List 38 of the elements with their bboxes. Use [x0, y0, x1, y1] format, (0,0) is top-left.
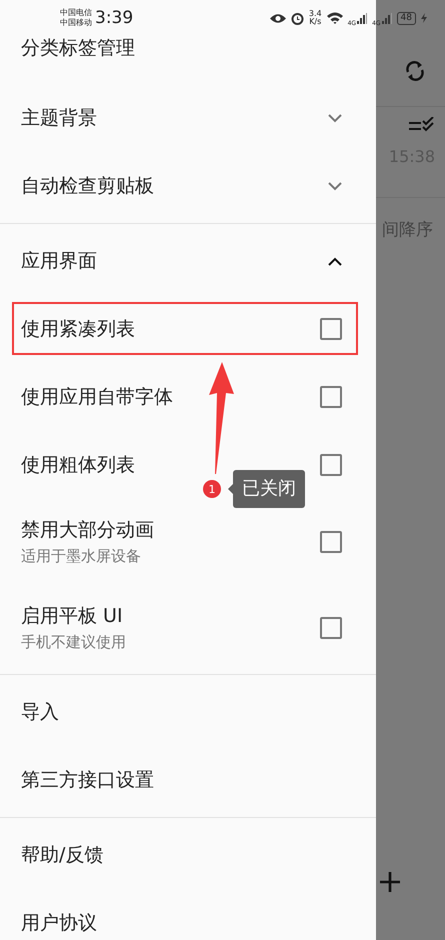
checkbox[interactable]	[320, 454, 342, 476]
menu-item-subtitle: 手机不建议使用	[21, 632, 127, 652]
menu-item[interactable]: 使用应用自带字体	[21, 385, 320, 409]
chevron-up-icon[interactable]	[328, 256, 342, 266]
menu-item[interactable]: 自动检查剪贴板	[21, 174, 328, 198]
clock-time: 3:39	[95, 8, 134, 28]
menu-item[interactable]: 帮助/反馈	[21, 843, 342, 867]
menu-item[interactable]: 启用平板 UI	[21, 604, 320, 628]
charging-icon	[421, 13, 427, 23]
speed-value: 3.4	[308, 10, 322, 18]
alarm-icon	[290, 12, 304, 24]
carrier-name: 中国移动	[60, 18, 92, 28]
checkbox[interactable]	[320, 531, 342, 553]
speed-unit: K/s	[309, 18, 322, 26]
menu-item[interactable]: 主题背景	[21, 106, 328, 130]
checkbox[interactable]	[320, 386, 342, 408]
signal-icon	[357, 12, 368, 24]
wifi-icon	[326, 12, 343, 24]
menu-item[interactable]: 使用紧凑列表	[21, 317, 320, 341]
checkbox[interactable]	[320, 617, 342, 639]
eye-icon	[270, 12, 286, 24]
checklist-icon[interactable]	[409, 117, 435, 133]
menu-item[interactable]: 用户协议	[21, 911, 342, 935]
checkbox[interactable]	[320, 318, 342, 340]
chevron-down-icon[interactable]	[328, 182, 342, 190]
carrier-name: 中国电信	[60, 8, 92, 18]
sync-icon[interactable]	[405, 60, 425, 82]
annotation-note: 已关闭	[228, 470, 305, 508]
menu-item[interactable]: 禁用大部分动画	[21, 518, 320, 542]
menu-item[interactable]: 分类标签管理	[21, 36, 342, 60]
add-icon[interactable]	[380, 872, 400, 892]
menu-item[interactable]: 应用界面	[21, 249, 328, 273]
menu-item-subtitle: 适用于墨水屏设备	[21, 546, 142, 566]
menu-item[interactable]: 第三方接口设置	[21, 768, 342, 792]
signal-icon	[382, 12, 392, 24]
chevron-down-icon[interactable]	[328, 114, 342, 122]
battery-icon: 48	[396, 12, 416, 24]
menu-item[interactable]: 导入	[21, 700, 342, 724]
